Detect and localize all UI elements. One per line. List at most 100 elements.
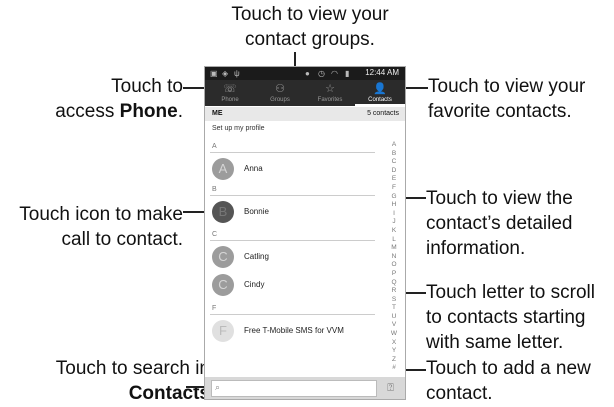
callout-details-line1: Touch to view the [426,188,573,209]
tab-contacts[interactable]: 👤 Contacts [355,80,405,106]
alphabet-letter[interactable]: H [387,201,401,210]
alphabet-letter[interactable]: X [387,339,401,348]
person-icon: 👤 [373,83,387,95]
callout-add-line2: contact. [426,383,493,404]
section-header-a: A [212,143,217,150]
alphabet-letter[interactable]: L [387,236,401,245]
alphabet-letter[interactable]: Q [387,279,401,288]
callout-search: Touch to search in Contacts [0,356,210,406]
me-header: ME 5 contacts [205,107,405,121]
battery-icon: ▮ [345,69,350,78]
contact-name: Bonnie [244,207,269,216]
alphabet-index[interactable]: A B C D E F G H I J K L M N O P Q R S T U V W X Y Z # [387,141,401,373]
tab-bar: ☏ Phone ⚇ Groups ☆ Favorites 👤 Contacts [205,80,405,106]
status-time: 12:44 AM [365,68,399,77]
tab-groups-label: Groups [270,97,290,103]
me-label: ME [212,110,223,117]
callout-groups: Touch to view your contact groups. [210,2,410,52]
callout-search-line2: Contacts [0,381,210,406]
callout-letter-line1: Touch letter to scroll [426,282,595,303]
list-item[interactable]: F Free T-Mobile SMS for VVM [205,320,385,344]
alphabet-letter[interactable]: # [387,364,401,373]
callout-groups-line1: Touch to view your [231,4,389,25]
avatar[interactable]: F [212,320,234,342]
contact-name: Cindy [244,280,265,289]
avatar[interactable]: B [212,201,234,223]
tab-contacts-label: Contacts [368,97,392,103]
contact-name: Catling [244,252,269,261]
section-divider [210,195,375,196]
alphabet-letter[interactable]: V [387,321,401,330]
list-item[interactable]: C Catling [205,246,385,270]
wifi-icon: ◠ [331,69,338,78]
status-bar: ▣ ◈ ψ ● ◷ ◠ ▮ 12:44 AM [205,67,405,80]
avatar[interactable]: C [212,274,234,296]
callout-letter-line2: to contacts starting [426,307,586,328]
callout-groups-line2: contact groups. [245,29,375,50]
callout-details-line2: contact’s detailed [426,213,573,234]
setup-profile-link[interactable]: Set up my profile [212,125,265,132]
callout-call-icon: Touch icon to make call to contact. [0,202,183,252]
alphabet-letter[interactable]: O [387,261,401,270]
search-bar: ⌕ ⍰ [205,377,405,399]
alphabet-letter[interactable]: A [387,141,401,150]
alphabet-letter[interactable]: D [387,167,401,176]
tab-favorites-label: Favorites [317,97,343,103]
tab-favorites[interactable]: ☆ Favorites [305,80,355,106]
groups-icon: ⚇ [275,83,285,95]
alphabet-letter[interactable]: Y [387,347,401,356]
alphabet-letter[interactable]: N [387,253,401,262]
section-divider [210,152,375,153]
alphabet-letter[interactable]: E [387,175,401,184]
callout-letter: Touch letter to scroll to contacts start… [426,280,614,355]
alphabet-letter[interactable]: T [387,304,401,313]
list-item[interactable]: A Anna [205,158,385,182]
alphabet-letter[interactable]: G [387,193,401,202]
avatar[interactable]: C [212,246,234,268]
callout-phone-line1: Touch to [111,76,183,97]
callout-favorites-line1: Touch to view your [428,76,586,97]
alphabet-letter[interactable]: Z [387,356,401,365]
callout-favorites: Touch to view your favorite contacts. [428,74,614,124]
add-contact-icon[interactable]: ⍰ [382,380,399,396]
list-item[interactable]: B Bonnie [205,201,385,225]
list-item[interactable]: C Cindy [205,274,385,298]
callout-phone-line2: access Phone. [40,99,183,124]
tab-phone[interactable]: ☏ Phone [205,80,255,106]
section-divider [210,314,375,315]
search-input[interactable]: ⌕ [211,380,377,397]
star-icon: ☆ [325,83,335,95]
callout-add: Touch to add a new contact. [426,356,614,406]
callout-phone-post: . [177,101,183,122]
alphabet-letter[interactable]: U [387,313,401,322]
status-time-value: 12:44 [365,68,386,77]
avatar[interactable]: A [212,158,234,180]
search-icon: ⌕ [215,382,221,392]
callout-details: Touch to view the contact’s detailed inf… [426,186,614,261]
callout-phone-bold: Phone [119,101,178,122]
tab-groups[interactable]: ⚇ Groups [255,80,305,106]
tab-phone-label: Phone [221,97,239,103]
alphabet-letter[interactable]: F [387,184,401,193]
image-notification-icon: ▣ [210,69,218,78]
phone-icon: ☏ [223,83,237,95]
contact-name: Anna [244,164,263,173]
callout-details-line3: information. [426,238,526,259]
callout-letter-line3: with same letter. [426,332,564,353]
alphabet-letter[interactable]: M [387,244,401,253]
usb-icon: ψ [234,69,240,78]
alphabet-letter[interactable]: S [387,296,401,305]
alphabet-letter[interactable]: K [387,227,401,236]
alphabet-letter[interactable]: W [387,330,401,339]
alphabet-letter[interactable]: C [387,158,401,167]
callout-phone-pre: access [55,101,120,122]
location-icon: ● [305,69,310,78]
section-header-b: B [212,186,217,193]
alphabet-letter[interactable]: J [387,218,401,227]
alphabet-letter[interactable]: R [387,287,401,296]
alphabet-letter[interactable]: I [387,210,401,219]
contact-name: Free T-Mobile SMS for VVM [244,326,344,335]
alphabet-letter[interactable]: P [387,270,401,279]
alphabet-letter[interactable]: B [387,150,401,159]
alarm-icon: ◷ [318,69,325,78]
